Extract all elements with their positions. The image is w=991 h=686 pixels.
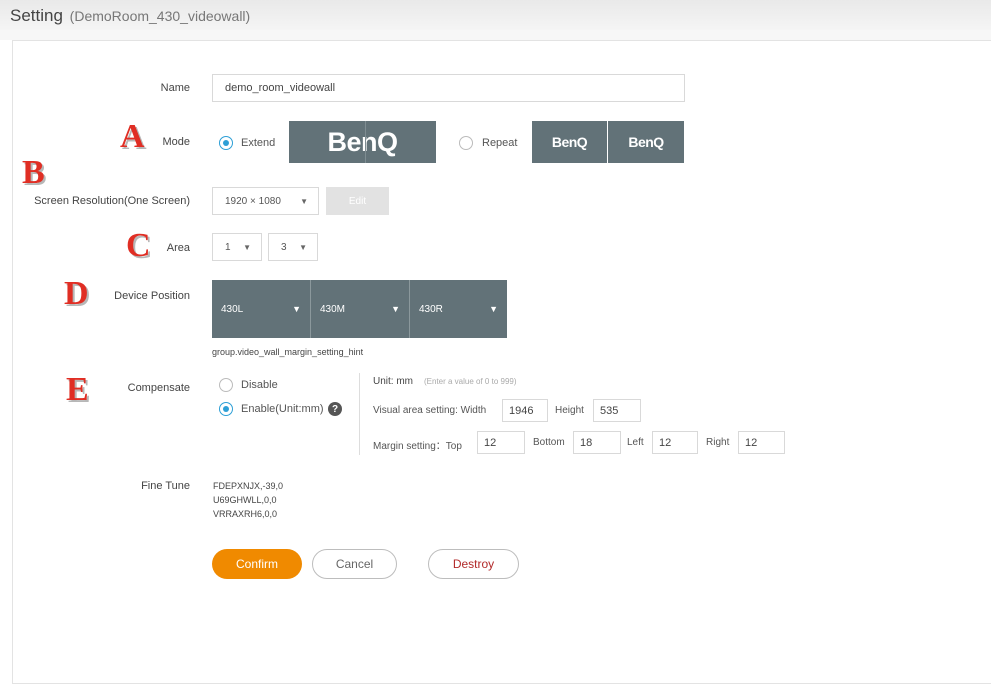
chevron-down-icon: ▼ — [299, 242, 307, 252]
name-label: Name — [160, 82, 190, 94]
extend-logo-preview[interactable]: BenQ — [289, 121, 436, 163]
margin-setting-hint: group.video_wall_margin_setting_hint — [212, 347, 364, 357]
device-position-label: Device Position — [114, 290, 190, 302]
margin-left-input[interactable]: 12 — [652, 431, 698, 454]
fine-tune-label: Fine Tune — [141, 480, 190, 492]
fine-tune-line: VRRAXRH6,0,0 — [213, 509, 278, 519]
area-cols-select[interactable]: 3 ▼ — [268, 233, 318, 261]
page-title-text: Setting — [10, 6, 63, 25]
fine-tune-line: U69GHWLL,0,0 — [213, 495, 277, 505]
benq-logo: BenQ — [551, 134, 588, 150]
margin-bottom-label: Bottom — [533, 437, 565, 448]
caret-down-icon: ▼ — [489, 304, 498, 314]
marker-b: B — [22, 154, 45, 191]
margin-right-input[interactable]: 12 — [738, 431, 785, 454]
destroy-button[interactable]: Destroy — [428, 549, 519, 579]
chevron-down-icon: ▼ — [300, 196, 308, 206]
confirm-button[interactable]: Confirm — [212, 549, 302, 579]
help-icon[interactable]: ? — [328, 402, 342, 416]
enable-label: Enable(Unit:mm) — [241, 403, 324, 415]
device-name: 430M — [320, 303, 346, 315]
chevron-down-icon: ▼ — [243, 242, 251, 252]
disable-label: Disable — [241, 379, 278, 391]
height-input[interactable]: 535 — [593, 399, 641, 422]
device-name: 430L — [221, 303, 244, 315]
extend-label: Extend — [241, 137, 276, 149]
margin-top-input[interactable]: 12 — [477, 431, 525, 454]
area-label: Area — [166, 242, 190, 254]
enable-radio[interactable] — [219, 402, 233, 416]
repeat-logo-right[interactable]: BenQ — [608, 121, 684, 163]
device-select-right[interactable]: 430R ▼ — [410, 280, 507, 338]
width-input[interactable]: 1946 — [502, 399, 548, 422]
benq-logo: BenQ — [327, 126, 398, 157]
device-select-left[interactable]: 430L ▼ — [212, 280, 311, 338]
margin-top-label: Margin setting：Top — [373, 441, 462, 452]
visual-area-label: Visual area setting: Width — [373, 405, 487, 416]
unit-label: Unit: mm — [373, 376, 413, 387]
extend-radio[interactable] — [219, 136, 233, 150]
caret-down-icon: ▼ — [292, 304, 301, 314]
height-label: Height — [555, 405, 584, 416]
repeat-label: Repeat — [482, 137, 518, 149]
resolution-label: Screen Resolution(One Screen) — [34, 195, 190, 207]
compensate-divider — [359, 373, 360, 455]
edit-button[interactable]: Edit — [326, 187, 389, 215]
device-select-middle[interactable]: 430M ▼ — [311, 280, 410, 338]
margin-left-label: Left — [627, 437, 644, 448]
disable-radio[interactable] — [219, 378, 233, 392]
caret-down-icon: ▼ — [391, 304, 400, 314]
area-cols-value: 3 — [281, 241, 287, 253]
mode-label: Mode — [162, 136, 190, 148]
page-subtitle: (DemoRoom_430_videowall) — [69, 8, 251, 24]
extend-logo-divider — [365, 121, 366, 163]
repeat-radio[interactable] — [459, 136, 473, 150]
cancel-button[interactable]: Cancel — [312, 549, 397, 579]
unit-hint: (Enter a value of 0 to 999) — [424, 377, 517, 386]
benq-logo: BenQ — [628, 134, 664, 150]
header-background — [0, 30, 991, 40]
margin-bottom-input[interactable]: 18 — [573, 431, 621, 454]
area-rows-value: 1 — [225, 241, 231, 253]
fine-tune-line: FDEPXNJX,-39,0 — [213, 481, 284, 491]
area-rows-select[interactable]: 1 ▼ — [212, 233, 262, 261]
compensate-label: Compensate — [127, 382, 190, 394]
margin-right-label: Right — [706, 437, 730, 448]
resolution-value: 1920 × 1080 — [225, 195, 281, 207]
device-name: 430R — [419, 303, 443, 315]
resolution-select[interactable]: 1920 × 1080 ▼ — [212, 187, 319, 215]
name-input[interactable]: demo_room_videowall — [212, 74, 685, 102]
page-title: Setting (DemoRoom_430_videowall) — [10, 6, 250, 26]
fine-tune-values: FDEPXNJX,-39,0 U69GHWLL,0,0 VRRAXRH6,0,0 — [213, 479, 283, 521]
repeat-logo-left[interactable]: BenQ — [532, 121, 607, 163]
